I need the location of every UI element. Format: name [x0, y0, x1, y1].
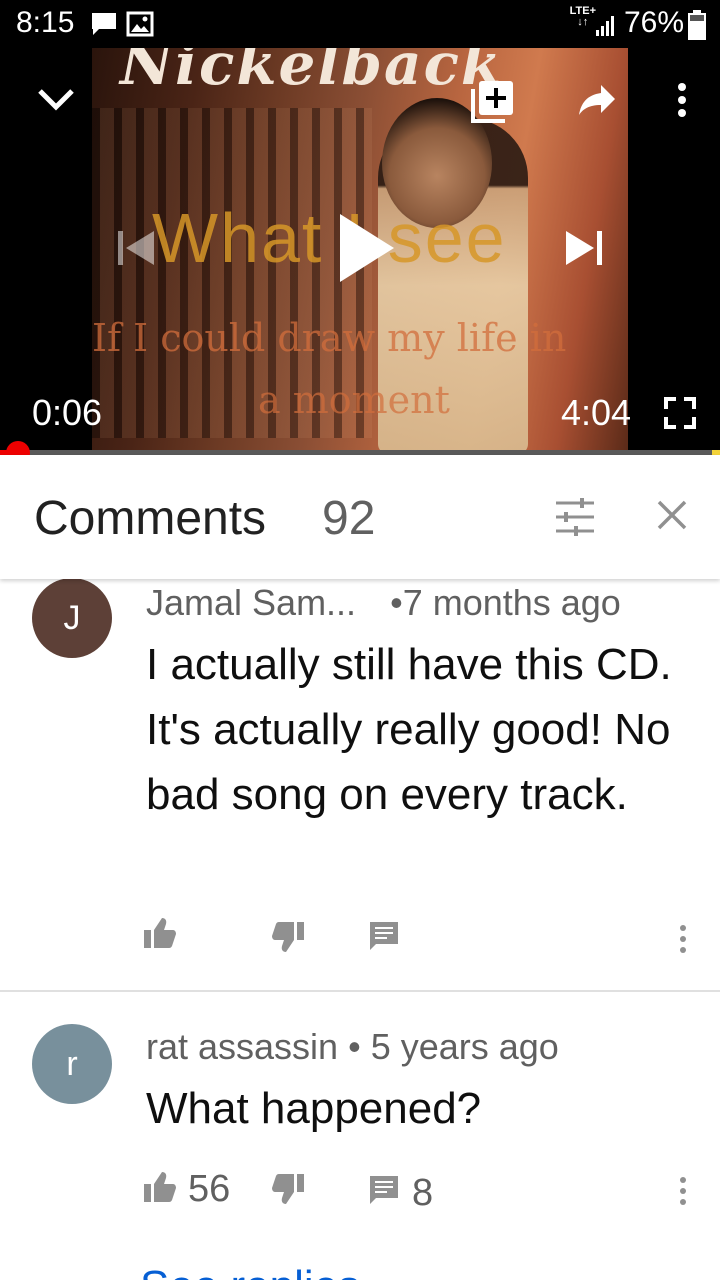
comment-more-icon[interactable]	[678, 1176, 688, 1206]
add-to-playlist-icon[interactable]	[470, 78, 516, 124]
bullet-separator: •	[348, 1026, 371, 1067]
current-time: 0:06	[32, 392, 103, 433]
battery-percent: 76%	[623, 6, 684, 39]
bullet-separator: •	[390, 582, 403, 623]
reply-button[interactable]	[370, 922, 400, 957]
reply-count: 8	[412, 1172, 434, 1214]
album-subtitle-line1: If I could draw my life in	[92, 316, 567, 360]
thumbs-up-icon	[144, 918, 176, 953]
thumbs-down-icon	[272, 1174, 304, 1209]
comment-bubble-icon	[370, 1176, 400, 1211]
comments-title: Comments	[34, 492, 267, 545]
dislike-button[interactable]	[272, 1174, 304, 1209]
comment-author[interactable]: Jamal Sam...	[146, 582, 356, 623]
network-type: LTE+ ↓↑	[569, 5, 596, 28]
thumbs-down-icon	[272, 922, 304, 957]
reply-button[interactable]: 8	[370, 1172, 433, 1215]
more-options-icon[interactable]	[664, 78, 700, 122]
comment-age: 7 months ago	[402, 582, 621, 623]
comment-bubble-icon	[370, 922, 400, 957]
like-count: 56	[188, 1168, 231, 1210]
like-button[interactable]	[144, 918, 176, 953]
status-bar: 8:15 LTE+ ↓↑ 76%	[0, 0, 720, 48]
like-button[interactable]: 56	[144, 1168, 230, 1211]
previous-track-icon[interactable]	[114, 226, 158, 270]
comments-header: Comments 92	[0, 455, 720, 579]
share-icon[interactable]	[574, 80, 620, 120]
comment-age: 5 years ago	[370, 1026, 559, 1067]
see-replies-link[interactable]: See replies	[140, 1262, 360, 1280]
comment-meta: rat assassin • 5 years ago	[146, 1026, 559, 1068]
comment-item: J Jamal Sam... •7 months ago I actually …	[0, 578, 720, 990]
duration: 4:04	[561, 392, 632, 433]
fullscreen-icon[interactable]	[660, 393, 700, 433]
comment-divider	[0, 990, 720, 992]
dislike-button[interactable]	[272, 922, 304, 957]
album-band-title: Nickelback	[120, 48, 504, 98]
thumbs-up-icon	[144, 1172, 176, 1207]
chat-notification-icon	[90, 11, 118, 42]
status-time: 8:15	[16, 6, 75, 39]
comment-more-icon[interactable]	[678, 924, 688, 954]
comment-text: What happened?	[146, 1084, 482, 1133]
album-subtitle-line2: a moment	[258, 378, 450, 422]
signal-icon	[596, 12, 618, 41]
avatar[interactable]: J	[32, 578, 112, 658]
avatar[interactable]: r	[32, 1024, 112, 1104]
battery-icon	[688, 10, 706, 45]
minimize-chevron-icon[interactable]	[34, 78, 78, 122]
sort-filter-icon[interactable]	[554, 497, 596, 542]
video-player[interactable]: Nickelback What I see If I could draw my…	[0, 48, 720, 454]
comment-author[interactable]: rat assassin	[146, 1026, 338, 1067]
next-track-icon[interactable]	[562, 226, 606, 270]
comment-item: r rat assassin • 5 years ago What happen…	[0, 1022, 720, 1252]
album-song-title: What I see	[152, 199, 507, 277]
play-icon[interactable]	[334, 210, 398, 286]
comment-text: I actually still have this CD. It's actu…	[146, 640, 672, 819]
comment-meta: Jamal Sam... •7 months ago	[146, 582, 621, 624]
comments-count: 92	[322, 492, 376, 545]
close-icon[interactable]	[656, 499, 688, 536]
image-notification-icon	[126, 11, 154, 42]
